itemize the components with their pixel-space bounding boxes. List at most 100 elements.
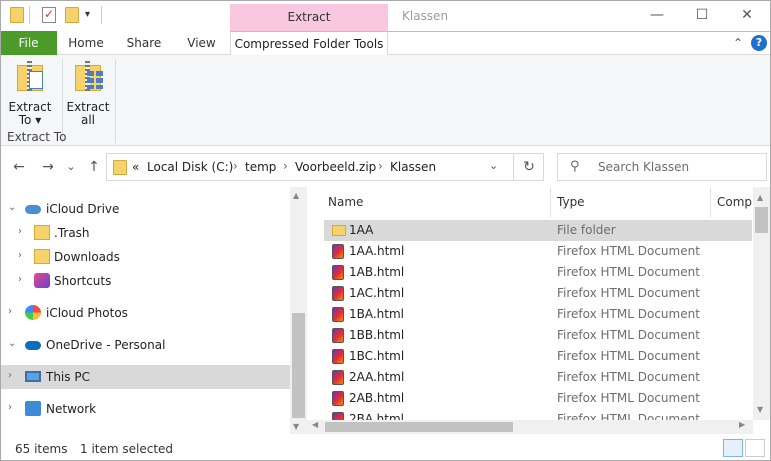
file-row[interactable]: 1AB.html Firefox HTML Document bbox=[324, 262, 752, 283]
help-icon[interactable]: ? bbox=[751, 35, 767, 51]
context-accent-line bbox=[230, 31, 771, 32]
scrollbar-thumb[interactable] bbox=[292, 313, 305, 418]
search-icon: ⚲ bbox=[570, 159, 580, 174]
chevron-right-icon[interactable]: › bbox=[283, 159, 288, 173]
column-header-compressed-size[interactable]: Compr bbox=[717, 187, 753, 217]
collapse-ribbon-icon[interactable]: ⌃ bbox=[730, 31, 746, 55]
collapsed-chevron-icon[interactable]: › bbox=[8, 402, 18, 413]
file-row[interactable]: 2AB.html Firefox HTML Document bbox=[324, 388, 752, 409]
large-icons-view-icon[interactable] bbox=[745, 439, 765, 457]
up-button[interactable]: ↑ bbox=[84, 157, 104, 177]
expanded-chevron-icon[interactable]: ⌄ bbox=[8, 202, 18, 213]
nav-label: This PC bbox=[46, 370, 90, 384]
scroll-down-arrow-icon[interactable]: ▼ bbox=[757, 405, 763, 414]
tab-compressed-folder-tools[interactable]: Compressed Folder Tools bbox=[230, 31, 388, 56]
chevron-right-icon[interactable]: › bbox=[378, 159, 383, 173]
nav-scrollbar[interactable]: ▲ ▼ bbox=[290, 187, 307, 434]
nav-item-icloud-photos[interactable]: › iCloud Photos bbox=[0, 301, 290, 325]
firefox-html-file-icon bbox=[332, 286, 344, 301]
file-row[interactable]: 2AA.html Firefox HTML Document bbox=[324, 367, 752, 388]
column-divider[interactable] bbox=[550, 187, 551, 217]
nav-item-trash[interactable]: › .Trash bbox=[0, 221, 290, 245]
nav-item-downloads[interactable]: › Downloads bbox=[0, 245, 290, 269]
maximize-button[interactable]: ☐ bbox=[679, 0, 725, 31]
scroll-right-arrow-icon[interactable]: ▶ bbox=[739, 420, 745, 429]
scrollbar-thumb[interactable] bbox=[755, 207, 768, 233]
divider bbox=[29, 6, 30, 24]
nav-item-shortcuts[interactable]: › Shortcuts bbox=[0, 269, 290, 293]
cloud-icon bbox=[25, 201, 41, 216]
nav-label: Network bbox=[46, 402, 97, 416]
nav-label: Shortcuts bbox=[54, 274, 112, 288]
collapsed-chevron-icon[interactable]: › bbox=[8, 306, 18, 317]
photos-icon bbox=[25, 305, 41, 320]
file-type: Firefox HTML Document bbox=[557, 349, 700, 363]
nav-item-onedrive[interactable]: ⌄ OneDrive - Personal bbox=[0, 333, 290, 357]
file-row[interactable]: 1AC.html Firefox HTML Document bbox=[324, 283, 752, 304]
back-button[interactable]: ← bbox=[9, 157, 29, 177]
scroll-down-arrow-icon[interactable]: ▼ bbox=[293, 422, 299, 431]
expanded-chevron-icon[interactable]: ⌄ bbox=[8, 338, 18, 349]
nav-label: iCloud Photos bbox=[46, 306, 128, 320]
collapsed-chevron-icon[interactable]: › bbox=[18, 250, 28, 261]
scrollbar-thumb[interactable] bbox=[325, 422, 513, 432]
customize-quick-access-icon[interactable]: ▾ bbox=[85, 9, 99, 25]
file-list-horizontal-scrollbar[interactable]: ◀ ▶ bbox=[307, 420, 753, 434]
tab-home[interactable]: Home bbox=[57, 31, 115, 55]
address-dropdown-icon[interactable]: ⌄ bbox=[489, 159, 498, 172]
nav-item-network[interactable]: › Network bbox=[0, 397, 290, 421]
nav-item-this-pc[interactable]: › This PC bbox=[0, 365, 290, 389]
details-view-icon[interactable] bbox=[723, 439, 743, 457]
item-count: 65 items bbox=[15, 442, 68, 456]
firefox-html-file-icon bbox=[332, 391, 344, 406]
file-list-vertical-scrollbar[interactable]: ▲ ▼ bbox=[753, 187, 770, 420]
file-row[interactable]: 1AA File folder bbox=[324, 220, 752, 241]
breadcrumb-temp[interactable]: temp bbox=[245, 160, 276, 174]
properties-icon[interactable] bbox=[42, 7, 56, 23]
collapsed-chevron-icon[interactable]: › bbox=[18, 226, 28, 237]
refresh-button[interactable]: ↻ bbox=[513, 154, 544, 180]
file-name: 1BA.html bbox=[349, 307, 405, 321]
file-row[interactable]: 2BA.html Firefox HTML Document bbox=[324, 409, 752, 420]
column-divider[interactable] bbox=[710, 187, 711, 217]
breadcrumb-klassen[interactable]: Klassen bbox=[390, 160, 436, 174]
breadcrumb-overflow[interactable]: « bbox=[132, 160, 139, 174]
file-type: Firefox HTML Document bbox=[557, 412, 700, 420]
column-header-type[interactable]: Type bbox=[557, 187, 707, 217]
close-button[interactable]: ✕ bbox=[724, 0, 770, 31]
navigation-pane: ⌄ iCloud Drive › .Trash › Downloads › Sh… bbox=[0, 187, 290, 434]
recent-locations-button[interactable]: ⌄ bbox=[61, 157, 81, 177]
scroll-up-arrow-icon[interactable]: ▲ bbox=[293, 191, 299, 200]
new-folder-icon[interactable] bbox=[65, 7, 79, 23]
scroll-up-arrow-icon[interactable]: ▲ bbox=[757, 193, 763, 202]
forward-button[interactable]: → bbox=[38, 157, 58, 177]
breadcrumb-voorbeeld-zip[interactable]: Voorbeeld.zip bbox=[295, 160, 376, 174]
firefox-html-file-icon bbox=[332, 412, 344, 420]
extract-to-button[interactable]: Extract To ▾ bbox=[4, 59, 56, 129]
address-bar[interactable]: « Local Disk (C:) › temp › Voorbeeld.zip… bbox=[106, 153, 544, 181]
search-input[interactable]: ⚲ Search Klassen bbox=[557, 153, 767, 181]
search-placeholder: Search Klassen bbox=[598, 160, 690, 174]
scroll-left-arrow-icon[interactable]: ◀ bbox=[312, 420, 318, 429]
tab-view[interactable]: View bbox=[173, 31, 230, 55]
tab-share[interactable]: Share bbox=[115, 31, 173, 55]
collapsed-chevron-icon[interactable]: › bbox=[18, 274, 28, 285]
minimize-button[interactable]: — bbox=[634, 0, 680, 31]
divider bbox=[101, 6, 102, 24]
extract-all-icon bbox=[73, 61, 103, 93]
extract-all-button[interactable]: Extract all bbox=[62, 59, 114, 129]
breadcrumb-local-disk[interactable]: Local Disk (C:) bbox=[147, 160, 233, 174]
file-row[interactable]: 1BB.html Firefox HTML Document bbox=[324, 325, 752, 346]
file-row[interactable]: 1BC.html Firefox HTML Document bbox=[324, 346, 752, 367]
chevron-right-icon[interactable]: › bbox=[233, 159, 238, 173]
folder-icon[interactable] bbox=[10, 7, 24, 23]
tab-file[interactable]: File bbox=[0, 31, 57, 55]
nav-label: Downloads bbox=[54, 250, 120, 264]
file-row[interactable]: 1AA.html Firefox HTML Document bbox=[324, 241, 752, 262]
nav-item-icloud-drive[interactable]: ⌄ iCloud Drive bbox=[0, 197, 290, 221]
collapsed-chevron-icon[interactable]: › bbox=[8, 370, 18, 381]
file-list: ^ Name Type Compr 1AA File folder 1AA.ht… bbox=[307, 187, 753, 420]
file-row[interactable]: 1BA.html Firefox HTML Document bbox=[324, 304, 752, 325]
column-header-name[interactable]: Name bbox=[328, 187, 548, 217]
computer-icon bbox=[25, 371, 41, 382]
